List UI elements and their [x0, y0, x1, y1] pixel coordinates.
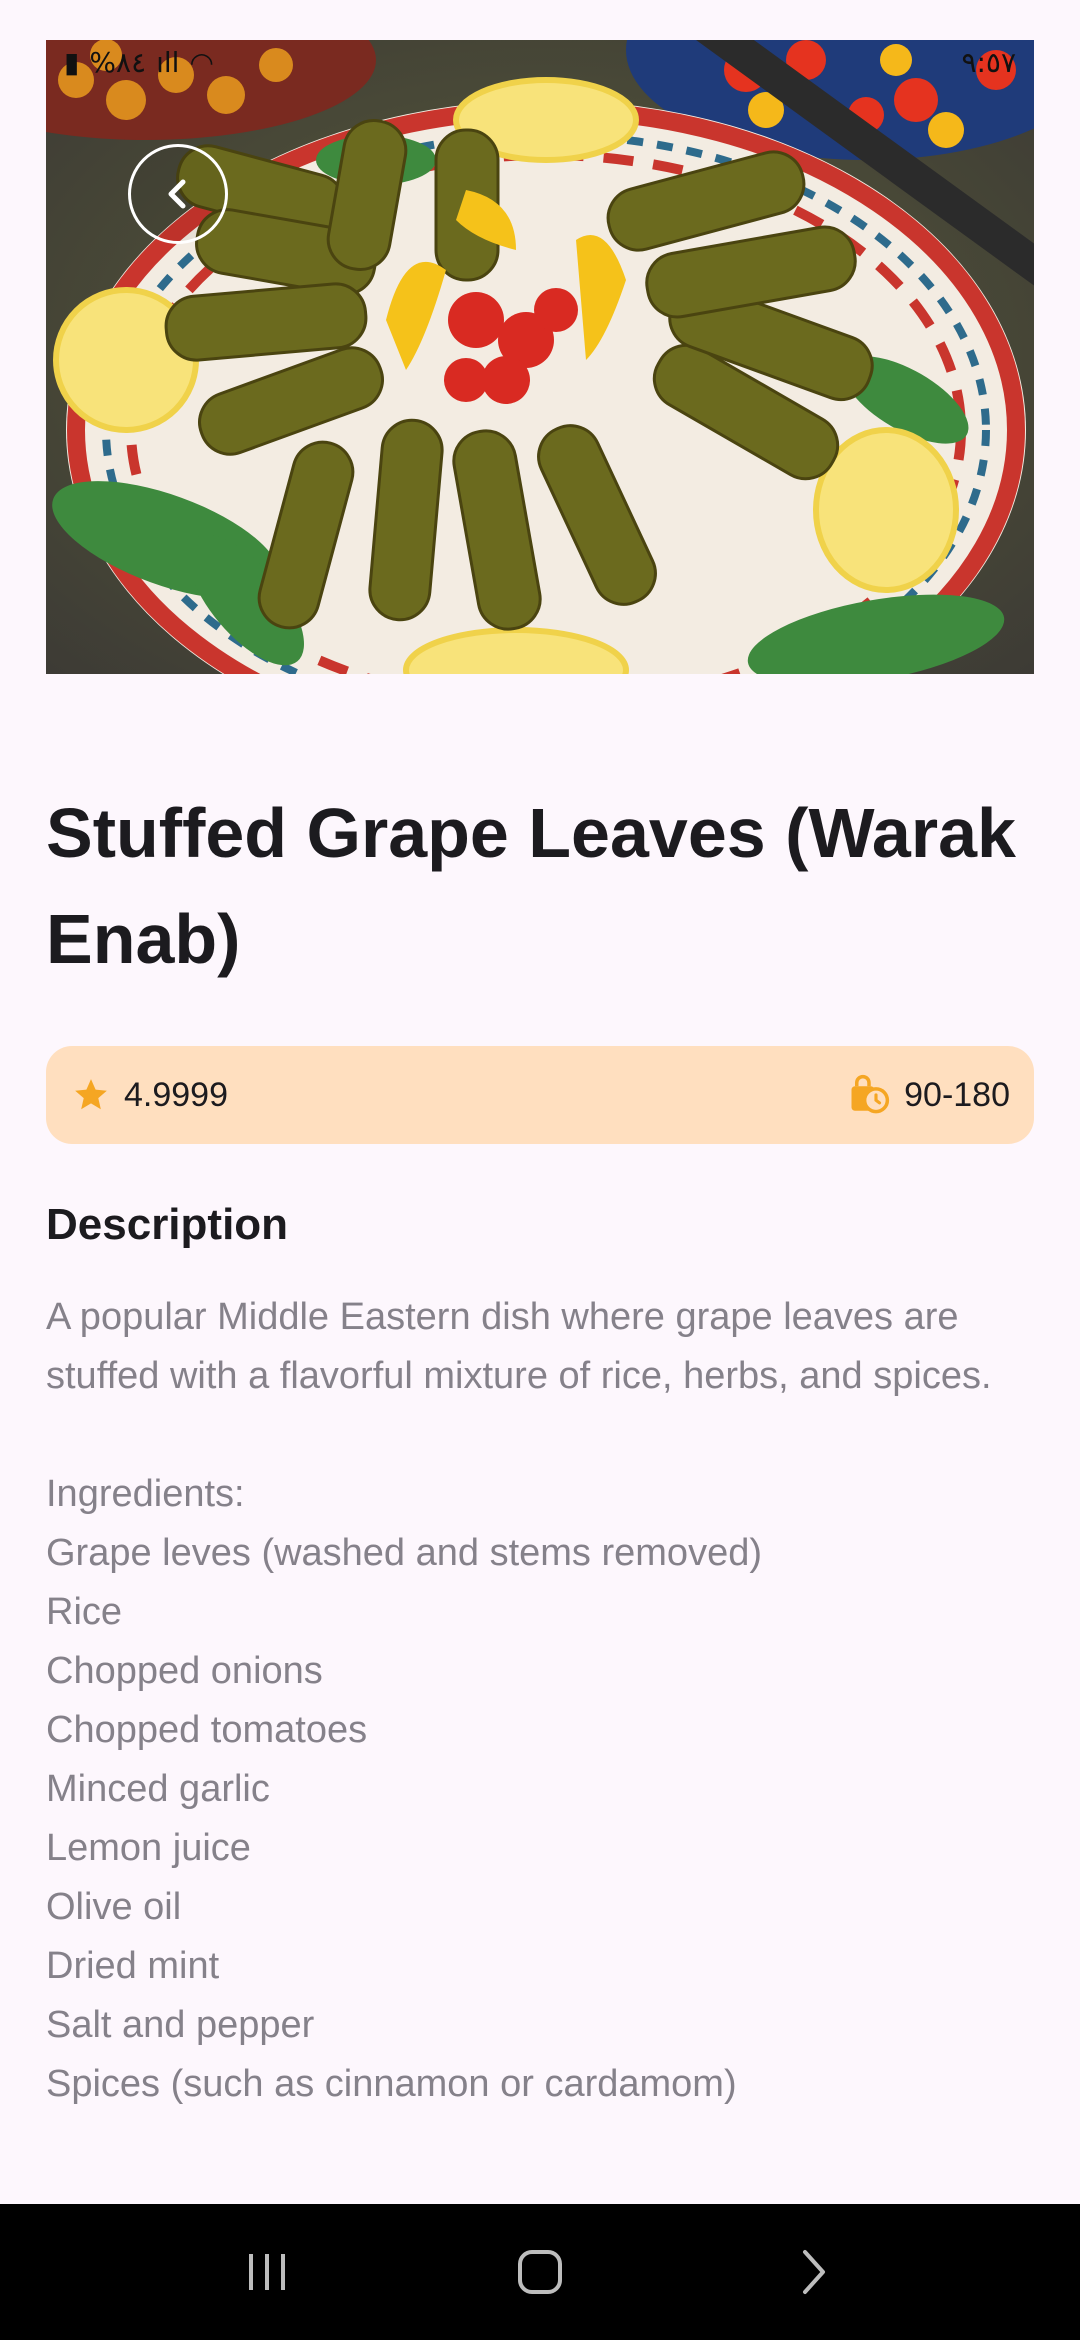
- ingredients-heading: Ingredients:: [46, 1473, 245, 1515]
- back-button[interactable]: [128, 144, 228, 244]
- ingredient-item: Grape leves (washed and stems removed): [46, 1532, 762, 1574]
- recipe-title: Stuffed Grape Leaves (Warak Enab): [46, 794, 1016, 978]
- ingredient-item: Dried mint: [46, 1945, 220, 1987]
- recent-apps-icon: [248, 2254, 285, 2290]
- wifi-icon: ◠: [189, 45, 214, 79]
- star-icon: [75, 1079, 107, 1110]
- description-heading: Description: [46, 1200, 289, 1249]
- battery-percent: %٨٤: [89, 45, 147, 79]
- ingredient-item: Spices (such as cinnamon or cardamom): [46, 2063, 737, 2105]
- chevron-left-icon: [168, 179, 186, 209]
- battery-icon: ▮: [64, 45, 80, 79]
- description-text: A popular Middle Eastern dish where grap…: [46, 1296, 992, 1397]
- status-bar: ▮ %٨٤ ıll ◠ ٩:٥٧: [46, 40, 1034, 84]
- time-value: 90-180: [904, 1075, 1010, 1114]
- navigation-bar: [0, 2204, 1080, 2340]
- ingredient-item: Chopped onions: [46, 1650, 323, 1692]
- description-body: A popular Middle Eastern dish where grap…: [46, 1288, 1046, 2114]
- home-button[interactable]: [495, 2227, 585, 2317]
- ingredient-item: Chopped tomatoes: [46, 1709, 368, 1751]
- food-photo: [46, 40, 1034, 674]
- rating-value: 4.9999: [124, 1075, 228, 1114]
- signal-icon: ıll: [156, 45, 180, 79]
- back-icon: [803, 2250, 826, 2294]
- ingredient-item: Salt and pepper: [46, 2004, 315, 2046]
- clock: ٩:٥٧: [961, 45, 1016, 79]
- recent-apps-button[interactable]: [222, 2227, 312, 2317]
- ingredient-item: Rice: [46, 1591, 123, 1633]
- ingredient-item: Olive oil: [46, 1886, 182, 1928]
- ingredient-item: Lemon juice: [46, 1827, 251, 1869]
- time-group: 90-180: [848, 1074, 1010, 1116]
- rating-group: 4.9999: [72, 1076, 228, 1115]
- nav-back-button[interactable]: [768, 2227, 858, 2317]
- timer-bag-icon: [851, 1074, 890, 1114]
- status-left: ▮ %٨٤ ıll ◠: [64, 46, 214, 79]
- recipe-hero-image: [46, 40, 1034, 674]
- ingredient-item: Minced garlic: [46, 1768, 270, 1810]
- recipe-detail-screen: ▮ %٨٤ ıll ◠ ٩:٥٧ Stuffed Grape Leaves (W…: [0, 0, 1080, 2340]
- home-icon: [517, 2250, 562, 2294]
- rating-time-bar: 4.9999 90-180: [46, 1046, 1034, 1144]
